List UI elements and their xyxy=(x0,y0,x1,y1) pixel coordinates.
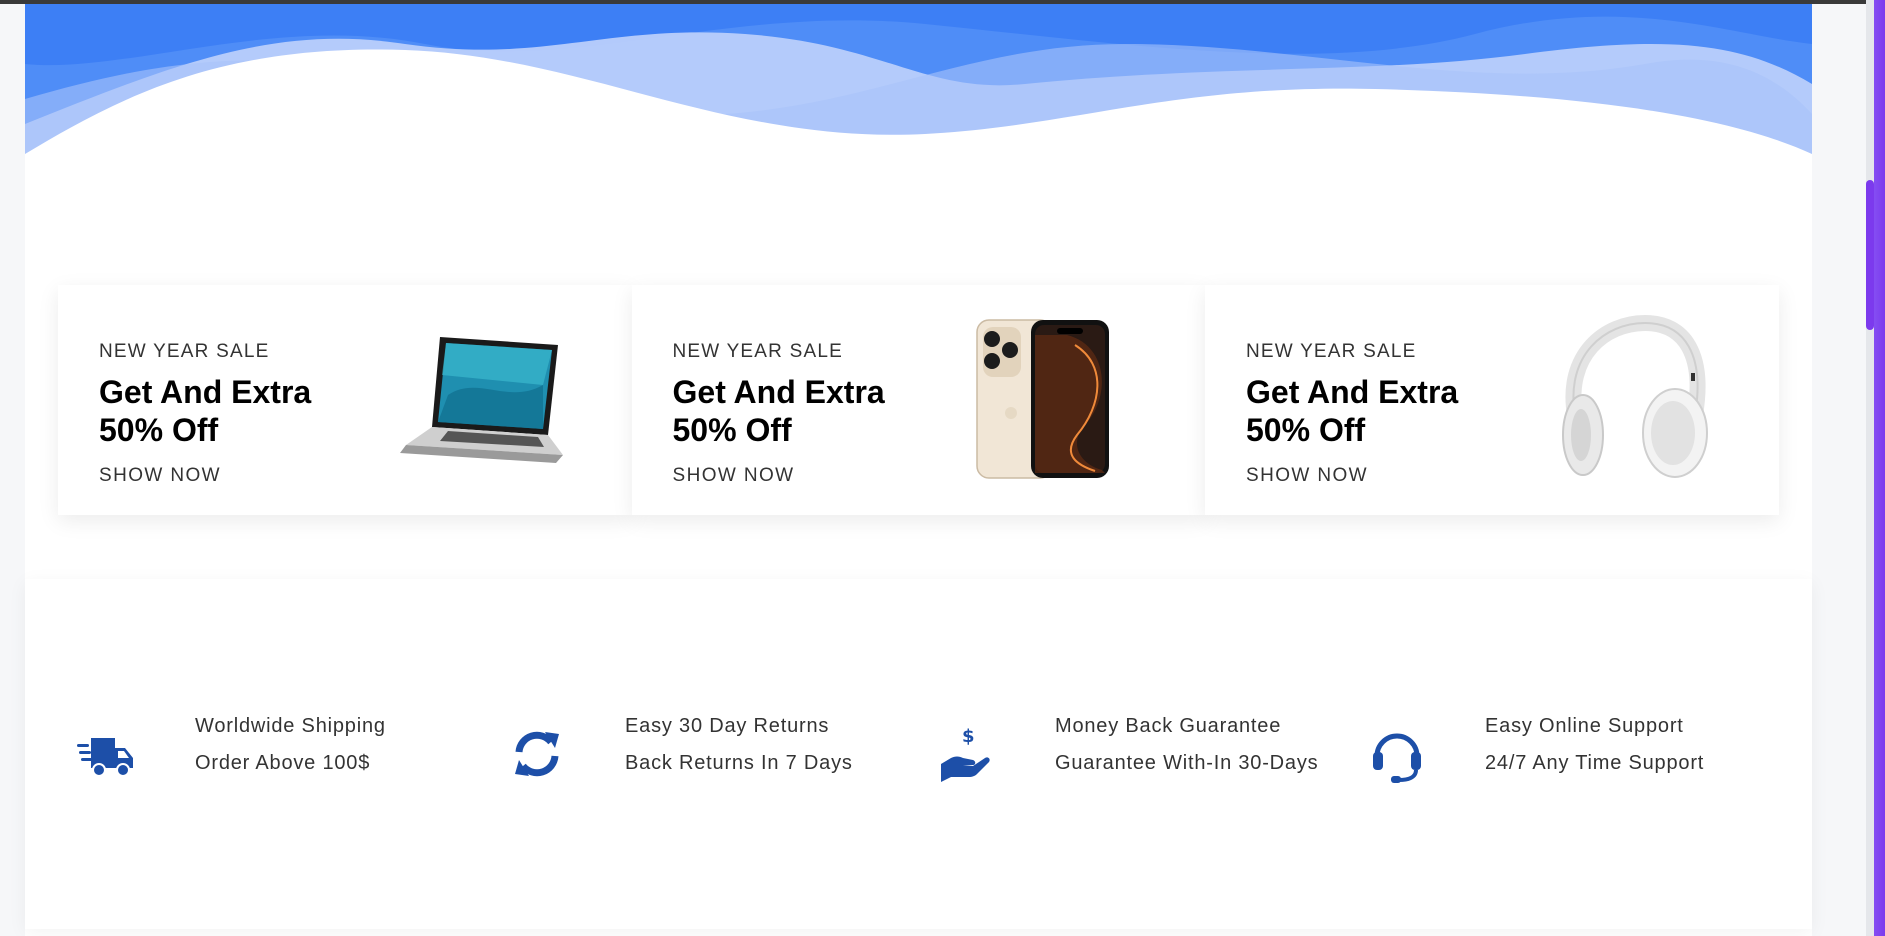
show-now-link[interactable]: SHOW NOW xyxy=(673,465,795,487)
truck-icon xyxy=(77,724,137,784)
show-now-link[interactable]: SHOW NOW xyxy=(99,465,221,487)
feature-money-back: $ Money Back Guarantee Guarantee With-In… xyxy=(885,579,1318,929)
hand-money-icon: $ xyxy=(937,724,997,784)
scrollbar-thumb[interactable] xyxy=(1866,180,1874,330)
promo-eyebrow: NEW YEAR SALE xyxy=(99,341,270,362)
feature-title: Easy Online Support xyxy=(1485,715,1684,737)
hero-wave-banner xyxy=(25,4,1812,154)
page: NEW YEAR SALE Get And Extra 50% Off SHOW… xyxy=(0,0,1866,936)
refresh-icon xyxy=(507,724,567,784)
features-section: Worldwide Shipping Order Above 100$ Easy… xyxy=(25,579,1812,929)
promo-title: Get And Extra 50% Off xyxy=(1246,374,1459,448)
feature-title: Money Back Guarantee xyxy=(1055,715,1282,737)
promo-title: Get And Extra 50% Off xyxy=(99,374,312,448)
promo-row: NEW YEAR SALE Get And Extra 50% Off SHOW… xyxy=(58,285,1779,515)
feature-subtitle: Back Returns In 7 Days xyxy=(625,752,853,774)
promo-title: Get And Extra 50% Off xyxy=(672,374,885,448)
feature-shipping: Worldwide Shipping Order Above 100$ xyxy=(25,579,445,929)
scrollbar-track[interactable] xyxy=(1866,0,1874,936)
svg-text:$: $ xyxy=(962,726,975,747)
laptop-image xyxy=(388,315,568,485)
phone-image xyxy=(967,315,1147,485)
promo-eyebrow: NEW YEAR SALE xyxy=(1246,341,1417,362)
feature-title: Worldwide Shipping xyxy=(195,715,386,737)
headset-icon xyxy=(1367,724,1427,784)
feature-subtitle: Guarantee With-In 30-Days xyxy=(1055,752,1319,774)
show-now-link[interactable]: SHOW NOW xyxy=(1246,465,1368,487)
promo-card-phone[interactable]: NEW YEAR SALE Get And Extra 50% Off SHOW… xyxy=(631,285,1206,515)
headphones-image xyxy=(1545,315,1725,485)
wave-graphic xyxy=(25,4,1812,154)
feature-title: Easy 30 Day Returns xyxy=(625,715,830,737)
promo-card-headphones[interactable]: NEW YEAR SALE Get And Extra 50% Off SHOW… xyxy=(1205,285,1779,515)
feature-support: Easy Online Support 24/7 Any Time Suppor… xyxy=(1315,579,1735,929)
feature-returns: Easy 30 Day Returns Back Returns In 7 Da… xyxy=(455,579,875,929)
promo-card-laptop[interactable]: NEW YEAR SALE Get And Extra 50% Off SHOW… xyxy=(58,285,632,515)
feature-subtitle: 24/7 Any Time Support xyxy=(1485,752,1705,774)
promo-eyebrow: NEW YEAR SALE xyxy=(672,341,843,362)
feature-subtitle: Order Above 100$ xyxy=(195,752,371,774)
